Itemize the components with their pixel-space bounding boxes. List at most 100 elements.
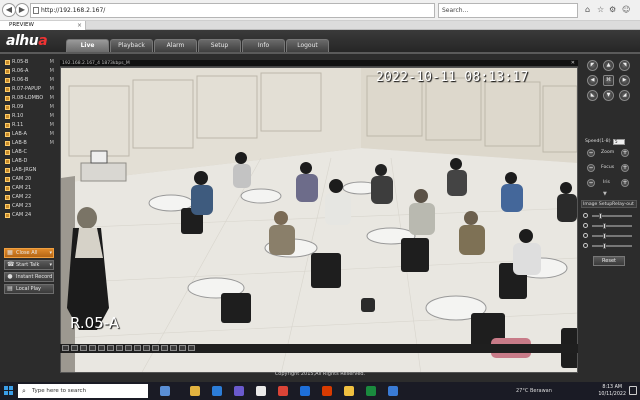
channel-item[interactable]: R.09 M xyxy=(4,103,56,111)
video-status-bar: 192.168.2.167_4 1873kbps_M ✕ xyxy=(60,60,578,67)
channel-item[interactable]: CAM 23 xyxy=(4,202,56,210)
brightness-slider[interactable] xyxy=(583,212,635,220)
browser-tab[interactable]: PREVIEW × xyxy=(0,21,86,30)
collapse-icon[interactable]: ▼ xyxy=(603,191,607,197)
channel-item[interactable]: LAB-C xyxy=(4,148,56,156)
taskbar-clock[interactable]: 8:13 AM 10/11/2022 xyxy=(598,384,626,398)
iris-open-button[interactable]: + xyxy=(621,179,629,187)
close-all-button[interactable]: ▦ Close All ▾ xyxy=(4,248,54,258)
stream-icon[interactable] xyxy=(170,345,177,351)
camera-scene xyxy=(61,68,577,372)
image-setup-tab[interactable]: Image Setup xyxy=(583,202,612,208)
contrast-slider[interactable] xyxy=(583,222,635,230)
chrome-icon[interactable] xyxy=(278,386,288,396)
audio-icon[interactable] xyxy=(152,345,159,351)
tab-info[interactable]: Info xyxy=(242,39,285,52)
powerpoint-icon[interactable] xyxy=(322,386,332,396)
tab-alarm[interactable]: Alarm xyxy=(154,39,197,52)
focus-out-button[interactable]: − xyxy=(587,164,595,172)
file-explorer-icon[interactable] xyxy=(190,386,200,396)
layout-custom-icon[interactable] xyxy=(116,345,123,351)
channel-item[interactable]: CAM 21 xyxy=(4,184,56,192)
layout-9-icon[interactable] xyxy=(80,345,87,351)
ptz-up-button[interactable]: ▲ xyxy=(603,60,614,71)
channel-item[interactable]: LAB-JRGN xyxy=(4,166,56,174)
ptz-left-button[interactable]: ◀ xyxy=(587,75,598,86)
copyright-text: Copyright 2015,All Rights Reserved. xyxy=(274,371,366,377)
notification-icon[interactable] xyxy=(629,386,637,395)
camera-name-overlay: R.05-A xyxy=(70,314,120,332)
channel-item[interactable]: R.10 M xyxy=(4,112,56,120)
store-icon[interactable] xyxy=(234,386,244,396)
forward-button[interactable]: ▶ xyxy=(15,3,29,17)
hue-slider[interactable] xyxy=(583,242,635,250)
ptz-up-left-button[interactable]: ◤ xyxy=(587,60,598,71)
start-talk-button[interactable]: ☎ Start Talk ▾ xyxy=(4,260,54,270)
smiley-icon[interactable]: ☺ xyxy=(622,4,630,16)
channel-item[interactable]: LAB-B M xyxy=(4,139,56,147)
layout-16-icon[interactable] xyxy=(89,345,96,351)
task-view-icon[interactable] xyxy=(160,386,170,396)
url-input[interactable]: http://192.168.2.167/ xyxy=(30,3,435,18)
layout-4-icon[interactable] xyxy=(71,345,78,351)
channel-item[interactable]: CAM 24 xyxy=(4,211,56,219)
speed-select[interactable]: 5 xyxy=(613,139,625,145)
tab-live[interactable]: Live xyxy=(66,39,109,52)
settings-icon[interactable] xyxy=(188,345,195,351)
ratio-icon[interactable] xyxy=(179,345,186,351)
layout-36-icon[interactable] xyxy=(107,345,114,351)
saturation-slider[interactable] xyxy=(583,232,635,240)
reset-button[interactable]: Reset xyxy=(593,256,625,266)
iris-close-button[interactable]: − xyxy=(587,179,595,187)
excel-icon[interactable] xyxy=(366,386,376,396)
taskbar-search-input[interactable]: ⌕ Type here to search xyxy=(18,384,148,398)
tab-close-icon[interactable]: × xyxy=(77,21,82,30)
layout-25-icon[interactable] xyxy=(98,345,105,351)
favorites-icon[interactable]: ☆ xyxy=(597,4,604,16)
ptz-down-button[interactable]: ▼ xyxy=(603,90,614,101)
tab-logout[interactable]: Logout xyxy=(286,39,329,52)
folder-icon[interactable] xyxy=(344,386,354,396)
fullscreen-icon[interactable] xyxy=(125,345,132,351)
edge-icon[interactable] xyxy=(212,386,222,396)
zoom-icon[interactable] xyxy=(161,345,168,351)
zoom-out-button[interactable]: − xyxy=(587,149,595,157)
channel-item[interactable]: CAM 20 xyxy=(4,175,56,183)
snapshot-icon[interactable] xyxy=(134,345,141,351)
windows-start-icon[interactable] xyxy=(4,386,14,396)
photos-icon[interactable] xyxy=(256,386,266,396)
home-icon[interactable]: ⌂ xyxy=(585,4,590,16)
instant-record-button[interactable]: ● Instant Record xyxy=(4,272,54,282)
weather-text[interactable]: 27°C Berawan xyxy=(516,385,552,397)
local-play-button[interactable]: ▤ Local Play xyxy=(4,284,54,294)
ptz-right-button[interactable]: ▶ xyxy=(619,75,630,86)
record-icon[interactable] xyxy=(143,345,150,351)
ptz-center-button[interactable]: ⌘ xyxy=(603,75,614,86)
relay-out-tab[interactable]: Relay-out xyxy=(612,202,634,208)
channel-item[interactable]: R.06-A M xyxy=(4,67,56,75)
video-close-icon[interactable]: ✕ xyxy=(571,60,575,67)
layout-1-icon[interactable] xyxy=(62,345,69,351)
tab-setup[interactable]: Setup xyxy=(198,39,241,52)
settings-icon[interactable]: ⚙ xyxy=(609,4,616,16)
ptz-up-right-button[interactable]: ◥ xyxy=(619,60,630,71)
ptz-panel: ◤ ▲ ◥ ◀ ⌘ ▶ ◣ ▼ ◢ Speed(1-8) 5 − Zoom + … xyxy=(581,60,637,270)
channel-item[interactable]: R.08-LOMBO M xyxy=(4,94,56,102)
channel-item[interactable]: R.07-PAPUP M xyxy=(4,85,56,93)
channel-item[interactable]: CAM 22 xyxy=(4,193,56,201)
ptz-down-left-button[interactable]: ◣ xyxy=(587,90,598,101)
channel-item[interactable]: LAB-A M xyxy=(4,130,56,138)
channel-item[interactable]: LAB-D xyxy=(4,157,56,165)
channel-item[interactable]: R.05-B M xyxy=(4,58,56,66)
ptz-down-right-button[interactable]: ◢ xyxy=(619,90,630,101)
tab-playback[interactable]: Playback xyxy=(110,39,153,52)
back-button[interactable]: ◀ xyxy=(2,3,16,17)
channel-item[interactable]: R.06-B M xyxy=(4,76,56,84)
focus-in-button[interactable]: + xyxy=(621,164,629,172)
ie-icon[interactable] xyxy=(388,386,398,396)
zoom-in-button[interactable]: + xyxy=(621,149,629,157)
word-icon[interactable] xyxy=(300,386,310,396)
video-feed[interactable] xyxy=(60,67,578,373)
browser-search-input[interactable]: Search... xyxy=(438,3,578,18)
channel-item[interactable]: R.11 M xyxy=(4,121,56,129)
